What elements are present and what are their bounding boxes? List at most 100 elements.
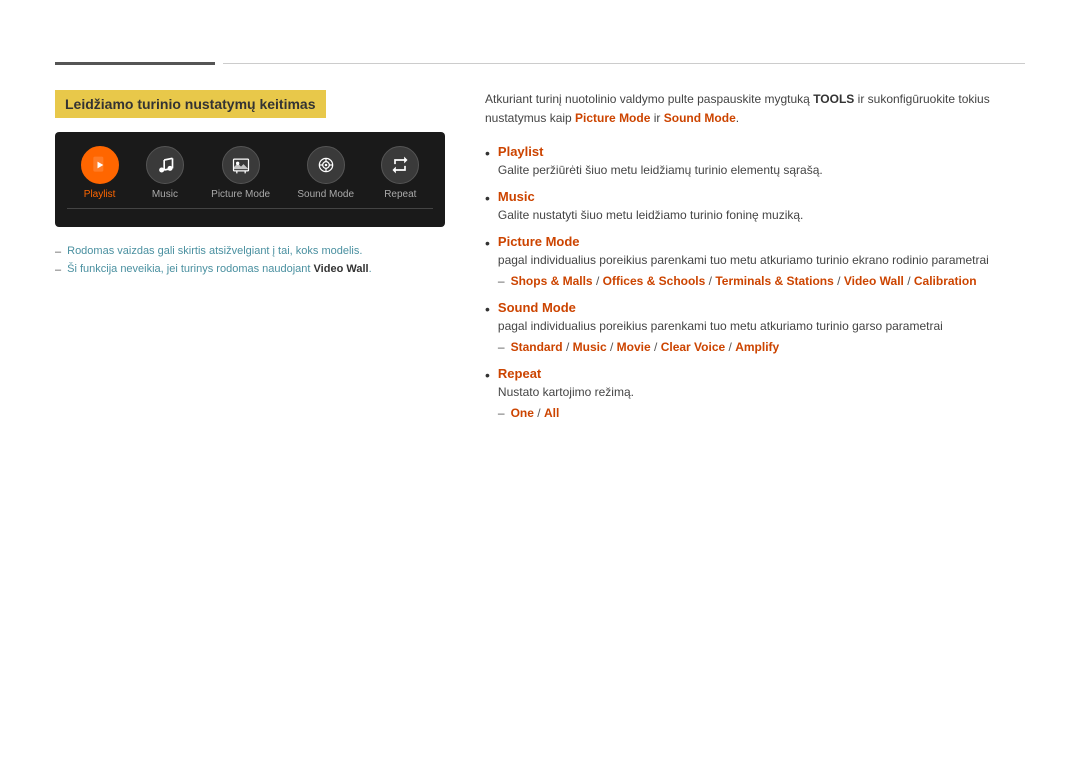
intro-text-before-bold: Atkuriant turinį nuotolinio valdymo pult… [485, 92, 813, 106]
picture-mode-sub-dash: – [498, 272, 505, 290]
sound-mode-sub-list: – Standard / Music / Movie / Clear Voice… [498, 338, 1025, 356]
one: One [511, 406, 534, 420]
repeat-label: Repeat [384, 189, 416, 200]
picture-mode-sub-content: Shops & Malls / Offices & Schools / Term… [511, 272, 977, 290]
sound-mode-title: Sound Mode [498, 300, 1025, 315]
all: All [544, 406, 559, 420]
amplify: Amplify [735, 340, 779, 354]
ssep2: / [607, 340, 617, 354]
music-opt: Music [573, 340, 607, 354]
bullet-content-music: Music Galite nustatyti šiuo metu leidžia… [498, 189, 1025, 224]
panel-separator [67, 208, 433, 209]
repeat-desc: Nustato kartojimo režimą. [498, 385, 634, 399]
music-title: Music [498, 189, 1025, 204]
list-item-picture-mode: • Picture Mode pagal individualius porei… [485, 234, 1025, 290]
repeat-sub-dash: – [498, 404, 505, 422]
offices-schools: Offices & Schools [603, 274, 706, 288]
intro-dot: . [736, 111, 739, 125]
repeat-sub-item: – One / All [498, 404, 1025, 422]
bullet-dot-music: • [485, 189, 490, 209]
device-icons-row: Playlist [67, 146, 433, 200]
repeat-title: Repeat [498, 366, 1025, 381]
terminals-stations: Terminals & Stations [715, 274, 833, 288]
list-item-music: • Music Galite nustatyti šiuo metu leidž… [485, 189, 1025, 224]
note-item-2: – Ši funkcija neveikia, jei turinys rodo… [55, 263, 445, 276]
calibration: Calibration [914, 274, 977, 288]
sound-mode-icon-circle [307, 146, 345, 184]
picture-mode-icon-circle [222, 146, 260, 184]
line-light [223, 63, 1025, 64]
bullet-dot-sound-mode: • [485, 300, 490, 320]
bullet-list: • Playlist Galite peržiūrėti šiuo metu l… [485, 144, 1025, 422]
note-item-1: – Rodomas vaizdas gali skirtis atsižvelg… [55, 245, 445, 258]
video-wall: Video Wall [844, 274, 904, 288]
sound-mode-icon-item[interactable]: Sound Mode [297, 146, 354, 200]
top-decorative-lines [55, 62, 1025, 65]
list-item-playlist: • Playlist Galite peržiūrėti šiuo metu l… [485, 144, 1025, 179]
ssep1: / [563, 340, 573, 354]
sep4: / [904, 274, 914, 288]
ssep3: / [651, 340, 661, 354]
sound-mode-label: Sound Mode [297, 189, 354, 200]
repeat-icon [390, 155, 410, 175]
intro-ir: ir [650, 111, 663, 125]
shops-malls: Shops & Malls [511, 274, 593, 288]
playlist-desc: Galite peržiūrėti šiuo metu leidžiamų tu… [498, 163, 823, 177]
list-item-repeat: • Repeat Nustato kartojimo režimą. – One… [485, 366, 1025, 422]
sep2: / [705, 274, 715, 288]
music-icon [155, 155, 175, 175]
sound-mode-sub-dash: – [498, 338, 505, 356]
note-text-1: Rodomas vaizdas gali skirtis atsižvelgia… [67, 245, 362, 257]
intro-text: Atkuriant turinį nuotolinio valdymo pult… [485, 90, 1025, 128]
music-desc: Galite nustatyti šiuo metu leidžiamo tur… [498, 208, 803, 222]
repeat-sub-list: – One / All [498, 404, 1025, 422]
line-dark [55, 62, 215, 65]
bullet-dot-playlist: • [485, 144, 490, 164]
bullet-content-picture-mode: Picture Mode pagal individualius poreiki… [498, 234, 1025, 290]
sound-mode-sub-item: – Standard / Music / Movie / Clear Voice… [498, 338, 1025, 356]
picture-mode-desc: pagal individualius poreikius parenkami … [498, 253, 989, 267]
sound-mode-orange: Sound Mode [664, 111, 736, 125]
bullet-dot-repeat: • [485, 366, 490, 386]
bullet-content-playlist: Playlist Galite peržiūrėti šiuo metu lei… [498, 144, 1025, 179]
sound-mode-desc: pagal individualius poreikius parenkami … [498, 319, 943, 333]
sep1: / [593, 274, 603, 288]
picture-mode-orange: Picture Mode [575, 111, 650, 125]
repeat-icon-item[interactable]: Repeat [381, 146, 419, 200]
bullet-content-sound-mode: Sound Mode pagal individualius poreikius… [498, 300, 1025, 356]
device-panel: Playlist [55, 132, 445, 227]
note-text-2: Ši funkcija neveikia, jei turinys rodoma… [67, 263, 372, 275]
music-icon-item[interactable]: Music [146, 146, 184, 200]
note-highlight: Video Wall [314, 263, 369, 275]
section-title: Leidžiamo turinio nustatymų keitimas [55, 90, 326, 118]
standard: Standard [511, 340, 563, 354]
repeat-icon-circle [381, 146, 419, 184]
repeat-sub-content: One / All [511, 404, 560, 422]
note-dash-2: – [55, 264, 61, 276]
clear-voice: Clear Voice [661, 340, 725, 354]
left-column: Leidžiamo turinio nustatymų keitimas Pla… [55, 90, 445, 432]
picture-mode-icon [231, 155, 251, 175]
playlist-title: Playlist [498, 144, 1025, 159]
picture-mode-label: Picture Mode [211, 189, 270, 200]
list-item-sound-mode: • Sound Mode pagal individualius poreiki… [485, 300, 1025, 356]
bullet-content-repeat: Repeat Nustato kartojimo režimą. – One /… [498, 366, 1025, 422]
ssep4: / [725, 340, 735, 354]
playlist-icon-item[interactable]: Playlist [81, 146, 119, 200]
playlist-icon-circle [81, 146, 119, 184]
picture-mode-sub-item: – Shops & Malls / Offices & Schools / Te… [498, 272, 1025, 290]
sep3: / [834, 274, 844, 288]
right-column: Atkuriant turinį nuotolinio valdymo pult… [485, 90, 1025, 432]
picture-mode-sub-list: – Shops & Malls / Offices & Schools / Te… [498, 272, 1025, 290]
notes-section: – Rodomas vaizdas gali skirtis atsižvelg… [55, 245, 445, 276]
rsep1: / [534, 406, 544, 420]
bullet-dot-picture-mode: • [485, 234, 490, 254]
note-dash-1: – [55, 246, 61, 258]
playlist-icon [90, 155, 110, 175]
music-label: Music [152, 189, 178, 200]
picture-mode-icon-item[interactable]: Picture Mode [211, 146, 270, 200]
playlist-label: Playlist [84, 189, 116, 200]
music-icon-circle [146, 146, 184, 184]
sound-mode-sub-content: Standard / Music / Movie / Clear Voice /… [511, 338, 780, 356]
movie: Movie [617, 340, 651, 354]
